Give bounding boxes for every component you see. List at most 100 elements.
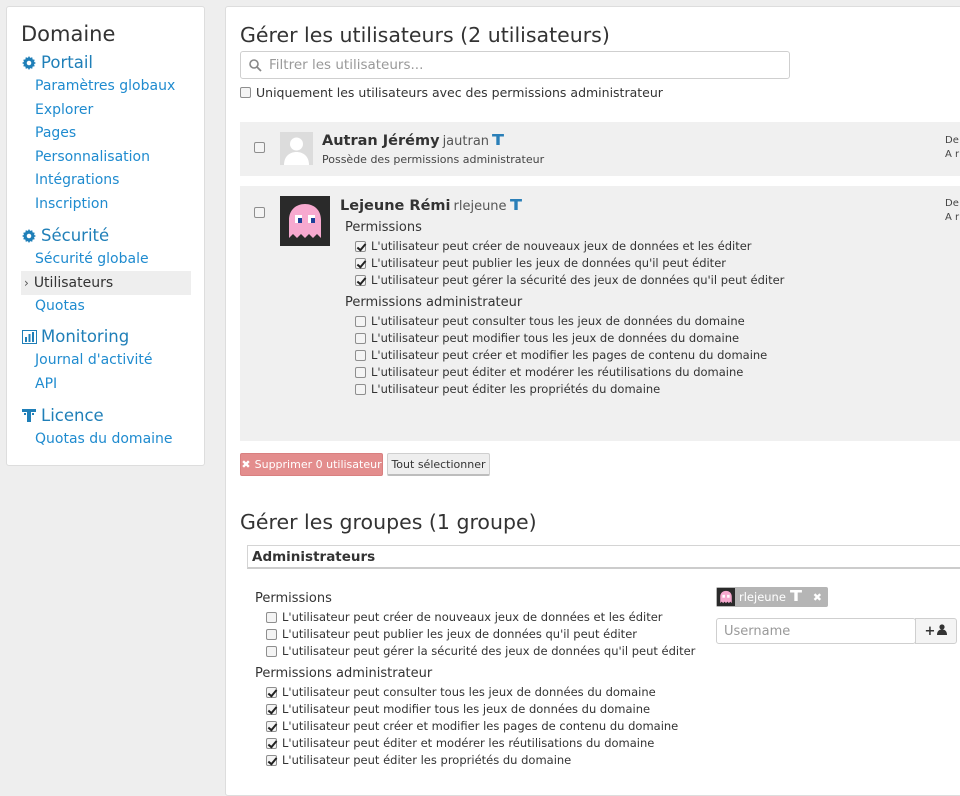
sidebar-item-securite-globale[interactable]: Sécurité globale xyxy=(35,251,149,267)
permission-checkbox[interactable] xyxy=(355,349,366,361)
sidebar-section-licence[interactable]: Licence xyxy=(21,406,104,425)
sidebar-item-label: Utilisateurs xyxy=(33,275,114,291)
user-description: Possède des permissions administrateur xyxy=(322,153,545,166)
sidebar-item-inscription[interactable]: Inscription xyxy=(35,196,108,212)
admin-permission-item[interactable]: L'utilisateur peut modifier tous les jeu… xyxy=(355,331,739,345)
group-admin-permissions-title: Permissions administrateur xyxy=(255,666,433,681)
add-user-button[interactable]: + xyxy=(915,618,957,644)
permission-item[interactable]: L'utilisateur peut créer de nouveaux jeu… xyxy=(355,239,752,253)
admin-permissions-title: Permissions administrateur xyxy=(345,295,523,310)
user-name[interactable]: Lejeune Rémi rlejeune xyxy=(340,198,522,214)
admin-permission-item[interactable]: L'utilisateur peut créer et modifier les… xyxy=(355,348,767,362)
sidebar-section-monitoring[interactable]: Monitoring xyxy=(21,327,129,346)
group-admin-permission-item[interactable]: L'utilisateur peut modifier tous les jeu… xyxy=(266,702,650,716)
permission-checkbox[interactable] xyxy=(266,628,277,640)
gear-icon xyxy=(21,228,37,244)
user-filter-input[interactable] xyxy=(269,57,769,73)
user-row: Lejeune Rémi rlejeune De A r Permissions … xyxy=(240,186,960,441)
group-permission-item[interactable]: L'utilisateur peut créer de nouveaux jeu… xyxy=(266,610,663,624)
permission-checkbox[interactable] xyxy=(355,274,366,286)
plus-icon: + xyxy=(924,623,936,639)
sidebar-item-personnalisation[interactable]: Personnalisation xyxy=(35,149,150,165)
sidebar-section-label: Portail xyxy=(41,53,93,72)
sidebar-item-parametres-globaux[interactable]: Paramètres globaux xyxy=(35,78,175,94)
admin-permission-item[interactable]: L'utilisateur peut éditer les propriétés… xyxy=(355,382,660,396)
avatar xyxy=(280,196,330,246)
username-input[interactable] xyxy=(717,622,912,640)
sidebar-section-label: Licence xyxy=(41,406,104,425)
permission-checkbox[interactable] xyxy=(266,686,277,698)
user-filter[interactable] xyxy=(240,51,790,79)
users-heading: Gérer les utilisateurs (2 utilisateurs) xyxy=(240,23,610,47)
chevron-right-icon: › xyxy=(24,276,29,290)
permissions-title: Permissions xyxy=(345,220,422,235)
sidebar-item-journal-activite[interactable]: Journal d'activité xyxy=(35,352,153,368)
license-icon xyxy=(492,134,504,148)
user-row: Autran Jérémy jautran Possède des permiss… xyxy=(240,122,960,176)
user-name[interactable]: Autran Jérémy jautran xyxy=(322,133,504,149)
member-login: rlejeune xyxy=(739,590,786,604)
permission-checkbox[interactable] xyxy=(266,720,277,732)
gear-icon xyxy=(21,55,37,71)
permission-item[interactable]: L'utilisateur peut publier les jeux de d… xyxy=(355,256,726,270)
group-admin-permission-item[interactable]: L'utilisateur peut consulter tous les je… xyxy=(266,685,656,699)
admin-only-filter[interactable]: Uniquement les utilisateurs avec des per… xyxy=(240,85,663,100)
delete-users-button[interactable]: ✖ Supprimer 0 utilisateur xyxy=(240,453,383,476)
search-icon xyxy=(249,58,262,72)
group-admin-permission-item[interactable]: L'utilisateur peut éditer les propriétés… xyxy=(266,753,571,767)
bar-chart-icon xyxy=(21,329,37,345)
permission-checkbox[interactable] xyxy=(355,257,366,269)
group-permission-item[interactable]: L'utilisateur peut gérer la sécurité des… xyxy=(266,644,695,658)
username-field[interactable] xyxy=(716,618,916,644)
admin-only-checkbox[interactable] xyxy=(240,87,251,98)
admin-permission-item[interactable]: L'utilisateur peut consulter tous les je… xyxy=(355,314,745,328)
license-icon xyxy=(21,408,37,424)
sidebar: Domaine Portail Paramètres globaux Explo… xyxy=(6,6,205,466)
sidebar-item-integrations[interactable]: Intégrations xyxy=(35,172,119,188)
main-panel: Gérer les utilisateurs (2 utilisateurs) … xyxy=(225,6,960,796)
groups-heading: Gérer les groupes (1 groupe) xyxy=(240,510,537,534)
user-meta: De A r xyxy=(945,135,960,160)
sidebar-item-api[interactable]: API xyxy=(35,376,57,392)
user-select-checkbox[interactable] xyxy=(254,142,265,153)
sidebar-section-label: Monitoring xyxy=(41,327,130,346)
group-name[interactable]: Administrateurs xyxy=(247,545,960,569)
permission-checkbox[interactable] xyxy=(266,703,277,715)
sidebar-section-portail[interactable]: Portail xyxy=(21,53,93,72)
sidebar-item-pages[interactable]: Pages xyxy=(35,125,76,141)
sidebar-title: Domaine xyxy=(21,22,116,46)
sidebar-section-securite[interactable]: Sécurité xyxy=(21,226,109,245)
user-icon xyxy=(937,623,948,639)
license-icon xyxy=(789,590,802,604)
sidebar-item-utilisateurs[interactable]: › Utilisateurs xyxy=(21,271,191,295)
user-login: jautran xyxy=(443,134,504,149)
permission-checkbox[interactable] xyxy=(355,332,366,344)
permission-checkbox[interactable] xyxy=(355,383,366,395)
sidebar-item-quotas[interactable]: Quotas xyxy=(35,298,85,314)
remove-member-icon[interactable]: ✖ xyxy=(813,591,822,604)
group-permissions-title: Permissions xyxy=(255,591,332,606)
sidebar-section-label: Sécurité xyxy=(41,226,110,245)
permission-checkbox[interactable] xyxy=(266,754,277,766)
group-admin-permission-item[interactable]: L'utilisateur peut éditer et modérer les… xyxy=(266,736,654,750)
permission-checkbox[interactable] xyxy=(355,366,366,378)
admin-only-label: Uniquement les utilisateurs avec des per… xyxy=(256,85,663,100)
permission-checkbox[interactable] xyxy=(266,611,277,623)
sidebar-item-quotas-domaine[interactable]: Quotas du domaine xyxy=(35,431,173,447)
sidebar-item-explorer[interactable]: Explorer xyxy=(35,102,93,118)
avatar xyxy=(280,132,313,165)
user-select-checkbox[interactable] xyxy=(254,207,265,218)
permission-checkbox[interactable] xyxy=(355,315,366,327)
user-login: rlejeune xyxy=(454,199,522,214)
avatar xyxy=(717,588,735,606)
permission-checkbox[interactable] xyxy=(266,645,277,657)
select-all-button[interactable]: Tout sélectionner xyxy=(387,453,490,476)
permission-checkbox[interactable] xyxy=(355,240,366,252)
permission-checkbox[interactable] xyxy=(266,737,277,749)
group-permission-item[interactable]: L'utilisateur peut publier les jeux de d… xyxy=(266,627,637,641)
user-meta: De A r xyxy=(945,198,960,223)
permission-item[interactable]: L'utilisateur peut gérer la sécurité des… xyxy=(355,273,784,287)
group-admin-permission-item[interactable]: L'utilisateur peut créer et modifier les… xyxy=(266,719,678,733)
license-icon xyxy=(509,199,522,213)
admin-permission-item[interactable]: L'utilisateur peut éditer et modérer les… xyxy=(355,365,743,379)
